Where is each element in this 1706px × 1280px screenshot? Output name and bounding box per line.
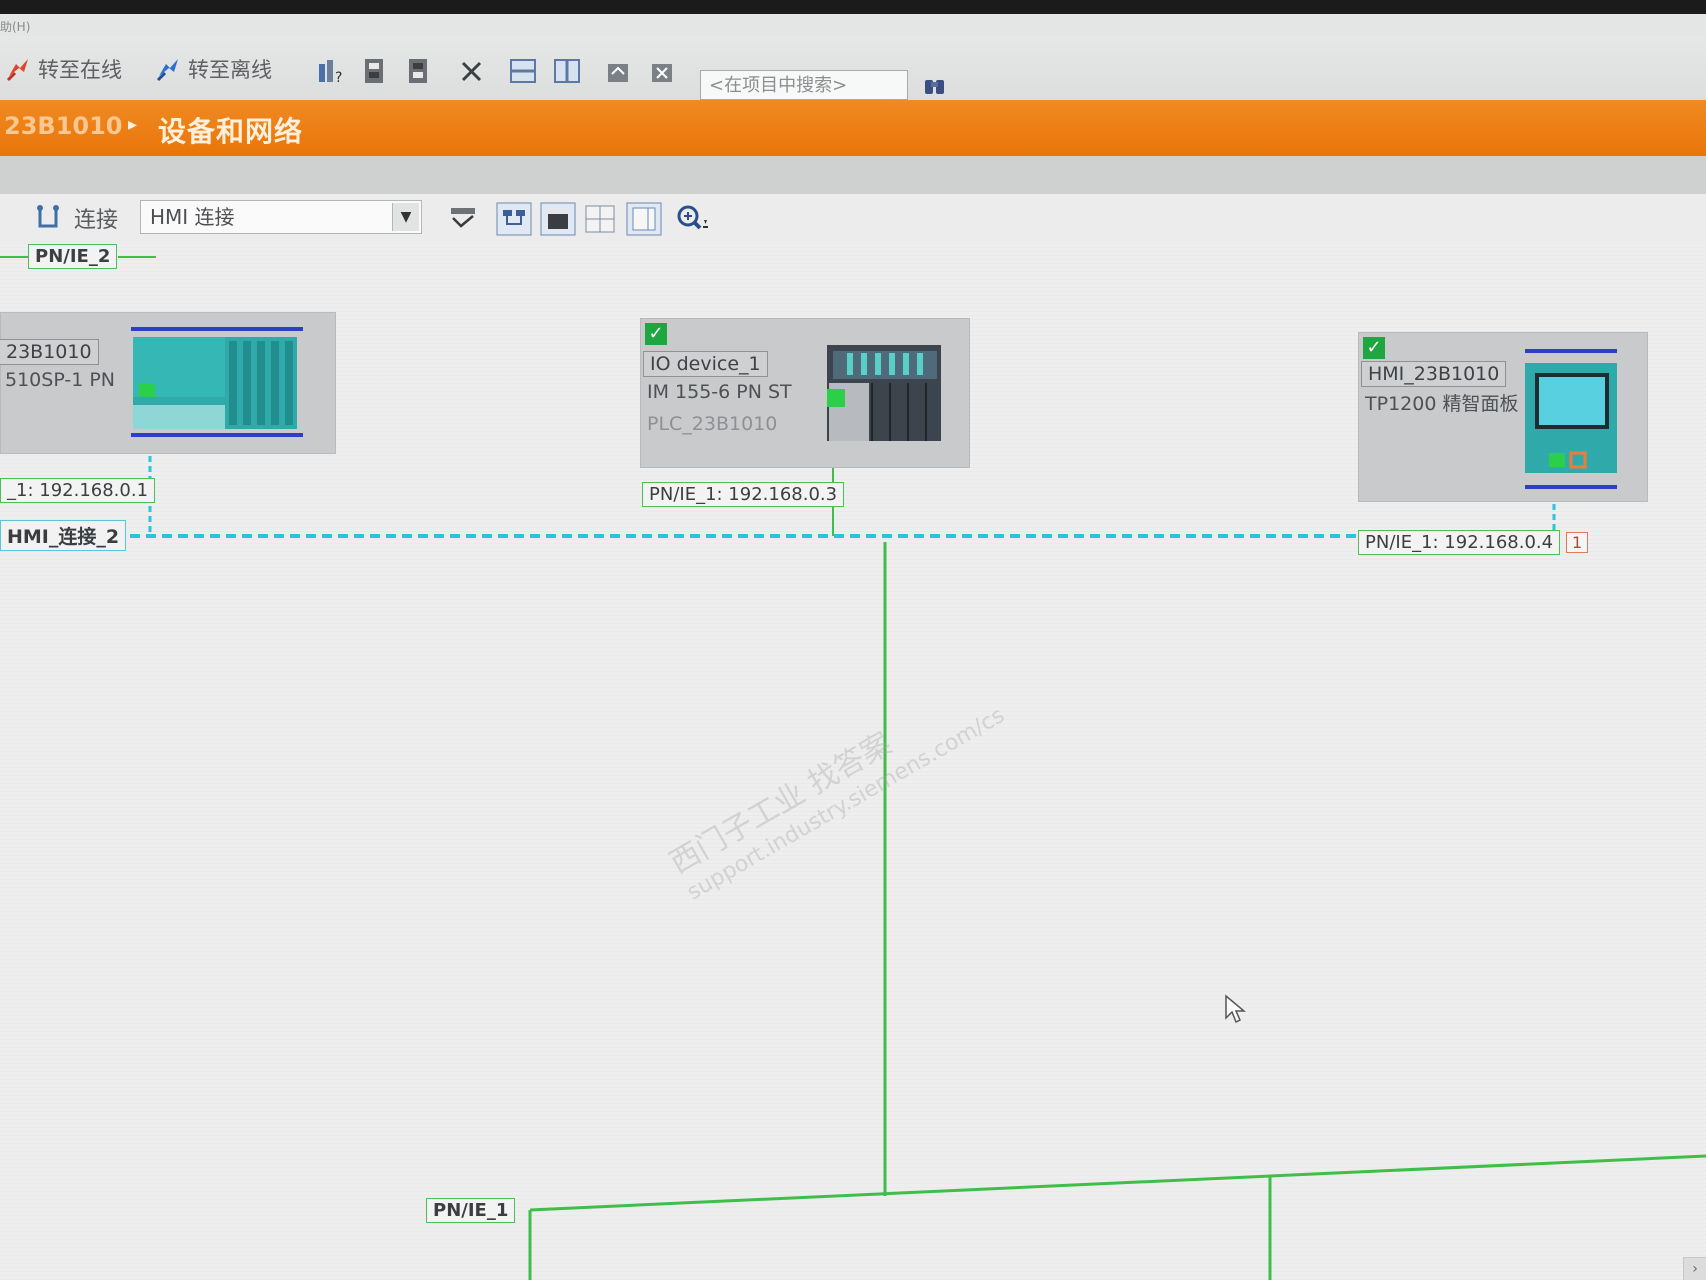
go-offline-button[interactable]: 转至离线 xyxy=(156,54,272,84)
breadcrumb: 23B1010 ▸ 设备和网络 xyxy=(0,100,1706,156)
breadcrumb-project[interactable]: 23B1010 xyxy=(4,112,123,140)
scroll-right-icon[interactable]: › xyxy=(1683,1257,1706,1280)
plc-device[interactable]: 23B1010 510SP-1 PN xyxy=(0,312,336,454)
connection-type-value: HMI 连接 xyxy=(150,205,235,229)
connections-icon[interactable] xyxy=(34,204,62,232)
breadcrumb-current: 设备和网络 xyxy=(158,115,304,148)
start-cpu-icon[interactable] xyxy=(360,56,390,86)
menu-help[interactable]: 助(H) xyxy=(0,18,30,35)
monitor-bezel xyxy=(0,0,1706,14)
plc-device-type: 510SP-1 PN xyxy=(5,369,116,391)
check-icon: ✓ xyxy=(645,323,667,345)
io-device[interactable]: ✓ IO device_1 IM 155-6 PN ST PLC_23B1010 xyxy=(640,318,970,468)
hmi-port-badge[interactable]: 1 xyxy=(1566,532,1589,553)
check-icon: ✓ xyxy=(1363,337,1385,359)
search-binoculars-icon[interactable] xyxy=(920,72,950,102)
menu-bar: 助(H) xyxy=(0,14,1706,36)
hmi-panel-image xyxy=(1525,349,1617,489)
go-offline-icon xyxy=(156,59,178,82)
show-addresses-icon[interactable] xyxy=(448,204,478,234)
accessible-devices-icon[interactable]: ? xyxy=(316,56,346,86)
go-online-button[interactable]: 转至在线 xyxy=(6,54,122,84)
plc-device-name[interactable]: 23B1010 xyxy=(0,339,99,365)
hmi-device-name[interactable]: HMI_23B1010 xyxy=(1361,361,1507,387)
network-view-mode-icon[interactable] xyxy=(496,202,532,236)
table-view-icon[interactable] xyxy=(584,204,616,234)
stop-cpu-icon[interactable] xyxy=(404,56,434,86)
subnet-label-bottom[interactable]: PN/IE_1 xyxy=(426,1198,516,1223)
plc-ip-label[interactable]: _1: 192.168.0.1 xyxy=(0,478,156,503)
go-online-icon xyxy=(6,59,28,82)
chevron-down-icon[interactable]: ▼ xyxy=(392,203,419,231)
network-canvas[interactable]: PN/IE_2 23B1010 510SP-1 PN _1: 192.168.0… xyxy=(0,244,1706,1280)
split-vertical-icon[interactable] xyxy=(552,56,582,86)
connections-label[interactable]: 连接 xyxy=(74,202,118,234)
go-online-label: 转至在线 xyxy=(38,58,122,82)
io-device-controller: PLC_23B1010 xyxy=(647,413,778,435)
main-toolbar: 转至在线 转至离线 ? <在项目中搜索> xyxy=(0,36,1706,101)
hmi-device[interactable]: ✓ HMI_23B1010 TP1200 精智面板 xyxy=(1358,332,1648,502)
zoom-icon[interactable] xyxy=(676,204,710,234)
detail-view-icon[interactable] xyxy=(626,202,662,236)
overview-icon[interactable] xyxy=(540,202,576,236)
split-horizontal-icon[interactable] xyxy=(508,56,538,86)
network-view-toolbar: 连接 HMI 连接 ▼ xyxy=(0,194,1706,245)
svg-text:?: ? xyxy=(335,70,342,86)
plc-module-image xyxy=(131,327,303,437)
io-device-module-image xyxy=(827,345,941,441)
breadcrumb-separator-icon: ▸ xyxy=(128,114,138,135)
cross-reference-icon[interactable] xyxy=(458,58,488,88)
io-device-type: IM 155-6 PN ST xyxy=(647,381,792,403)
view-tabs-strip xyxy=(0,156,1706,195)
go-offline-label: 转至离线 xyxy=(188,58,272,82)
io-device-name[interactable]: IO device_1 xyxy=(643,351,768,377)
mouse-cursor-icon xyxy=(1225,994,1246,1024)
subnet-pn-ie-1-line xyxy=(529,1154,1706,1212)
subnet-label-top[interactable]: PN/IE_2 xyxy=(28,244,118,269)
io-device-ip-label[interactable]: PN/IE_1: 192.168.0.3 xyxy=(642,482,845,507)
restore-editor-icon[interactable] xyxy=(648,58,678,88)
maximize-editor-icon[interactable] xyxy=(604,58,634,88)
connection-type-select[interactable]: HMI 连接 ▼ xyxy=(140,200,422,234)
hmi-connection-label[interactable]: HMI_连接_2 xyxy=(0,520,127,551)
hmi-device-type: TP1200 精智面板 xyxy=(1365,393,1519,415)
tia-portal-screen: 助(H) 转至在线 转至离线 ? <在项目中搜索> 23B1010 ▸ 设备和网… xyxy=(0,0,1706,1280)
hmi-ip-label[interactable]: PN/IE_1: 192.168.0.4 xyxy=(1358,530,1561,555)
project-search-input[interactable]: <在项目中搜索> xyxy=(700,70,908,100)
